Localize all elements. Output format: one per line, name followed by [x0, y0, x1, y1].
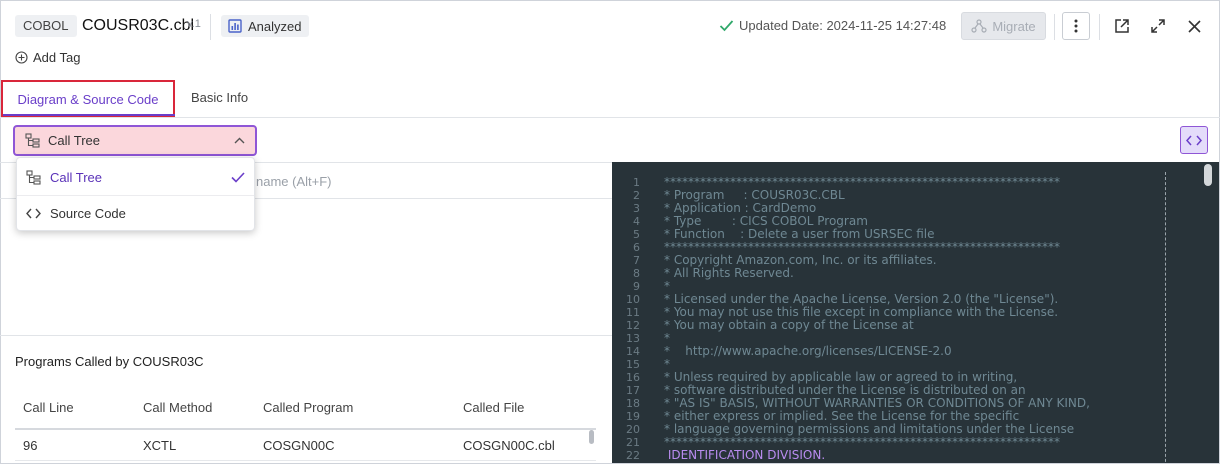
code-icon	[1186, 135, 1202, 145]
tree-icon	[26, 169, 41, 185]
source-code-toggle-button[interactable]	[1180, 126, 1208, 154]
section-divider	[0, 335, 612, 336]
code-line: 8 * All Rights Reserved.	[612, 266, 1212, 281]
dropdown-option-label: Source Code	[50, 206, 126, 221]
line-number: 5	[633, 228, 640, 241]
code-line: 22 IDENTIFICATION DIVISION.	[612, 448, 1212, 463]
line-number: 4	[633, 215, 640, 228]
line-number: 2	[633, 189, 640, 202]
tabs-divider	[0, 117, 1220, 118]
line-number: 19	[626, 410, 640, 423]
chevron-up-icon	[234, 137, 245, 144]
line-number: 11	[626, 306, 640, 319]
close-icon	[1187, 19, 1201, 33]
file-name: COUSR03C.cbl	[82, 17, 195, 34]
header-divider	[1054, 14, 1055, 40]
code-text: * You may obtain a copy of the License a…	[664, 318, 914, 332]
tab-basic-info[interactable]: Basic Info	[191, 80, 248, 117]
line-number: 8	[633, 267, 640, 280]
column-guide	[1165, 172, 1166, 463]
expand-button[interactable]	[1144, 12, 1172, 40]
table-row-divider	[15, 460, 596, 461]
check-icon	[719, 20, 734, 32]
view-mode-select[interactable]: Call Tree	[13, 125, 257, 156]
check-icon	[231, 171, 245, 183]
code-text: * All Rights Reserved.	[664, 266, 794, 280]
line-number: 14	[626, 345, 640, 358]
file-version: v.1	[187, 18, 201, 30]
line-number: 3	[633, 202, 640, 215]
line-number: 18	[626, 397, 640, 410]
line-number: 9	[633, 280, 640, 293]
line-number: 20	[626, 423, 640, 436]
migrate-icon	[971, 19, 987, 33]
line-number: 22	[626, 449, 640, 462]
search-input[interactable]: name (Alt+F)	[256, 174, 332, 189]
status-badge: Analyzed	[221, 15, 310, 37]
column-header-called-program[interactable]: Called Program	[263, 400, 353, 415]
programs-called-title: Programs Called by COUSR03C	[15, 354, 204, 369]
code-icon	[26, 208, 41, 219]
line-number: 16	[626, 371, 640, 384]
line-number: 6	[633, 241, 640, 254]
line-number: 15	[626, 358, 640, 371]
open-external-button[interactable]	[1108, 12, 1136, 40]
line-number: 13	[626, 332, 640, 345]
close-button[interactable]	[1180, 12, 1208, 40]
line-number: 10	[626, 293, 640, 306]
kebab-menu-icon	[1074, 19, 1078, 33]
tab-diagram-source-code[interactable]: Diagram & Source Code	[1, 80, 175, 117]
dropdown-option-call-tree[interactable]: Call Tree	[17, 159, 254, 195]
table-cell-call-line: 96	[23, 438, 38, 453]
code-line: 12 * You may obtain a copy of the License…	[612, 318, 1212, 333]
expand-icon	[1151, 19, 1165, 33]
table-cell-called-file[interactable]: COSGN00C.cbl	[463, 438, 555, 453]
code-text: IDENTIFICATION DIVISION.	[664, 448, 826, 462]
updated-date-label: Updated Date: 2024-11-25 14:27:48	[739, 18, 947, 33]
code-scrollbar[interactable]	[1204, 164, 1212, 186]
column-header-call-method[interactable]: Call Method	[143, 400, 212, 415]
table-cell-called-program[interactable]: COSGN00C	[263, 438, 335, 453]
status-label: Analyzed	[248, 18, 302, 34]
line-number: 17	[626, 384, 640, 397]
migrate-button[interactable]: Migrate	[961, 12, 1046, 40]
column-header-called-file[interactable]: Called File	[463, 400, 524, 415]
view-mode-value: Call Tree	[48, 133, 101, 148]
header-divider	[1099, 14, 1100, 40]
dropdown-option-label: Call Tree	[50, 169, 103, 185]
view-mode-dropdown: Call Tree Source Code	[16, 157, 255, 231]
tree-icon	[25, 133, 40, 148]
table-header-divider	[15, 428, 596, 430]
migrate-label: Migrate	[992, 18, 1036, 34]
chart-icon	[228, 19, 242, 33]
code-line: 14 * http://www.apache.org/licenses/LICEN…	[612, 344, 1212, 359]
line-number: 1	[633, 176, 640, 189]
updated-date: Updated Date: 2024-11-25 14:27:48	[719, 18, 946, 33]
add-tag-button[interactable]: Add Tag	[15, 50, 80, 65]
header-divider	[210, 14, 211, 40]
table-cell-call-method: XCTL	[143, 438, 177, 453]
source-code-panel[interactable]: 1 ***************************************…	[612, 162, 1219, 463]
add-tag-label: Add Tag	[33, 50, 81, 65]
line-number: 21	[626, 436, 640, 449]
language-badge: COBOL	[15, 15, 77, 37]
active-tab-indicator	[3, 114, 175, 116]
table-scrollbar[interactable]	[589, 430, 594, 444]
code-text: * http://www.apache.org/licenses/LICENSE…	[664, 344, 952, 358]
dropdown-option-source-code[interactable]: Source Code	[17, 195, 254, 231]
line-number: 12	[626, 319, 640, 332]
more-options-button[interactable]	[1062, 12, 1090, 40]
column-header-call-line[interactable]: Call Line	[23, 400, 74, 415]
line-number: 7	[633, 254, 640, 267]
plus-circle-icon	[15, 51, 28, 64]
external-link-icon	[1115, 19, 1129, 33]
code-lines: 1 ***************************************…	[612, 176, 1212, 463]
